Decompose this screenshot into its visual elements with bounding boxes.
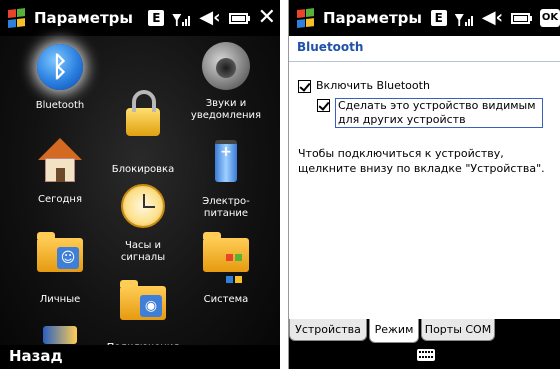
tab-mode[interactable]: Режим — [369, 319, 419, 343]
checkbox-label: Сделать это устройство видимым для други… — [335, 98, 543, 128]
checkbox-checked-icon[interactable] — [317, 99, 330, 112]
tile-label: Электро- питание — [202, 196, 250, 219]
folder-partial-icon — [43, 326, 77, 344]
tile-label: Часы и сигналы — [120, 240, 166, 263]
tile-sounds-notifications[interactable]: Звуки и уведомления — [186, 40, 266, 122]
page-header: Bluetooth — [289, 36, 560, 62]
tile-label: Bluetooth — [35, 100, 85, 111]
tab-devices[interactable]: Устройства — [289, 319, 367, 341]
enable-bluetooth-checkbox[interactable]: Включить Bluetooth — [298, 79, 430, 93]
bluetooth-settings-screen: Параметры E ◀‹ OK Bluetooth Включить Blu… — [288, 0, 560, 369]
signal-strength-icon[interactable] — [454, 10, 474, 26]
connections-folder-icon: ◉ — [117, 280, 169, 338]
info-text: Чтобы подключиться к устройству, щелкнит… — [298, 147, 545, 175]
today-house-icon — [34, 138, 86, 190]
tile-connections[interactable]: ◉ Подключения — [103, 274, 183, 354]
tab-com-ports[interactable]: Порты COM — [421, 319, 495, 341]
keyboard-icon[interactable] — [417, 349, 435, 361]
tile-clock-alarms[interactable]: Часы и сигналы — [103, 180, 183, 264]
status-tray: E ◀‹ OK — [423, 0, 560, 36]
tab-strip: Устройства Режим Порты COM — [289, 319, 560, 343]
tile-label: Личные — [39, 294, 81, 305]
battery-icon[interactable] — [511, 12, 532, 24]
settings-screen: Параметры E ◀‹ ✕ ᛒ Bluetooth Звуки и уве… — [0, 0, 280, 369]
close-icon[interactable]: ✕ — [258, 7, 276, 29]
signal-strength-icon[interactable] — [172, 10, 191, 26]
screen-divider — [280, 0, 288, 369]
back-button[interactable]: Назад — [9, 347, 63, 365]
make-visible-checkbox[interactable]: Сделать это устройство видимым для други… — [317, 98, 543, 128]
tile-lock[interactable]: Блокировка — [103, 88, 183, 176]
edge-network-icon[interactable]: E — [148, 10, 165, 26]
tile-label: Блокировка — [111, 164, 175, 175]
softkey-bar — [289, 343, 560, 369]
window-title: Параметры — [34, 9, 133, 27]
page-title: Bluetooth — [297, 40, 364, 54]
tile-bluetooth[interactable]: ᛒ Bluetooth — [20, 40, 100, 112]
windows-start-icon[interactable] — [297, 8, 315, 28]
edge-network-icon[interactable]: E — [430, 10, 447, 26]
battery-icon[interactable] — [228, 12, 250, 24]
power-battery-icon — [200, 140, 252, 192]
bluetooth-icon: ᛒ — [34, 44, 86, 96]
personal-folder-icon: ☺ — [34, 232, 86, 290]
tile-power[interactable]: Электро- питание — [186, 134, 266, 220]
windows-start-icon[interactable] — [8, 8, 26, 28]
ok-button[interactable]: OK — [540, 9, 560, 27]
system-folder-icon — [200, 232, 252, 290]
tile-system[interactable]: Система — [186, 226, 266, 306]
tile-today[interactable]: Сегодня — [20, 134, 100, 206]
window-title: Параметры — [323, 9, 422, 27]
tile-label: Звуки и уведомления — [190, 98, 262, 121]
tile-label: Сегодня — [38, 194, 82, 205]
volume-muted-icon[interactable]: ◀‹ — [199, 9, 220, 27]
tile-label: Система — [203, 294, 249, 305]
speaker-icon — [200, 42, 252, 94]
tile-partial[interactable] — [20, 326, 100, 344]
checkbox-label: Включить Bluetooth — [316, 79, 430, 92]
lock-icon — [117, 90, 169, 160]
clock-alarm-icon — [117, 184, 169, 236]
checkbox-checked-icon[interactable] — [298, 80, 311, 93]
volume-muted-icon[interactable]: ◀‹ — [482, 9, 503, 27]
softkey-bar: Назад — [0, 345, 280, 369]
tile-personal[interactable]: ☺ Личные — [20, 226, 100, 306]
status-tray: E ◀‹ ✕ — [140, 0, 276, 36]
